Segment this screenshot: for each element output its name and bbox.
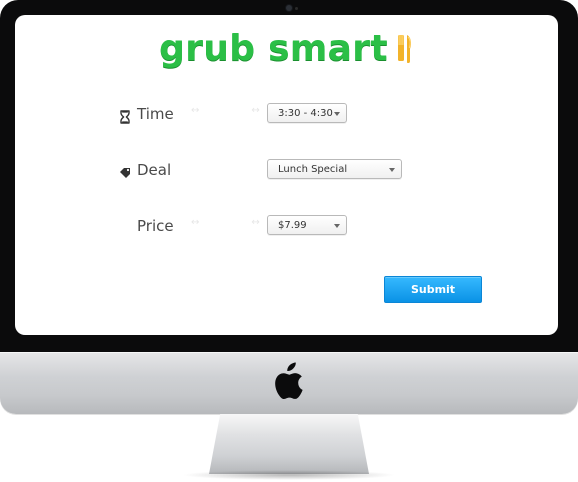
time-select-value: 3:30 - 4:30 [278,108,333,119]
chevron-down-icon [334,224,340,228]
time-row: Time ↔↔ 3:30 - 4:30 [15,99,558,129]
monitor-stand [209,414,369,474]
price-select-value: $7.99 [278,220,307,231]
tag-icon [118,165,132,179]
apple-logo-icon [272,362,306,400]
price-row: Price ↔↔ $7.99 [15,211,558,241]
deal-select-value: Lunch Special [278,164,348,175]
chevron-down-icon [389,168,395,172]
monitor-bezel: grub smart Time ↔↔ 3:30 - 4:30 Deal Lunc… [0,0,578,352]
chevron-down-icon [334,112,340,116]
deal-label: Deal [137,161,172,179]
deal-row: Deal Lunch Special [15,155,558,185]
hourglass-icon [118,109,132,124]
price-select[interactable]: $7.99 [267,215,347,235]
submit-button[interactable]: Submit [384,276,482,303]
deal-select[interactable]: Lunch Special [267,159,402,179]
price-label: Price [137,217,174,235]
camera-icon [286,5,298,11]
monitor-screen: grub smart Time ↔↔ 3:30 - 4:30 Deal Lunc… [15,15,558,335]
time-select[interactable]: 3:30 - 4:30 [267,103,347,123]
monitor-scene: grub smart Time ↔↔ 3:30 - 4:30 Deal Lunc… [0,0,578,482]
stand-shadow [182,470,396,480]
time-label: Time [137,105,174,123]
deal-form: Time ↔↔ 3:30 - 4:30 Deal Lunch Special P… [15,15,558,335]
